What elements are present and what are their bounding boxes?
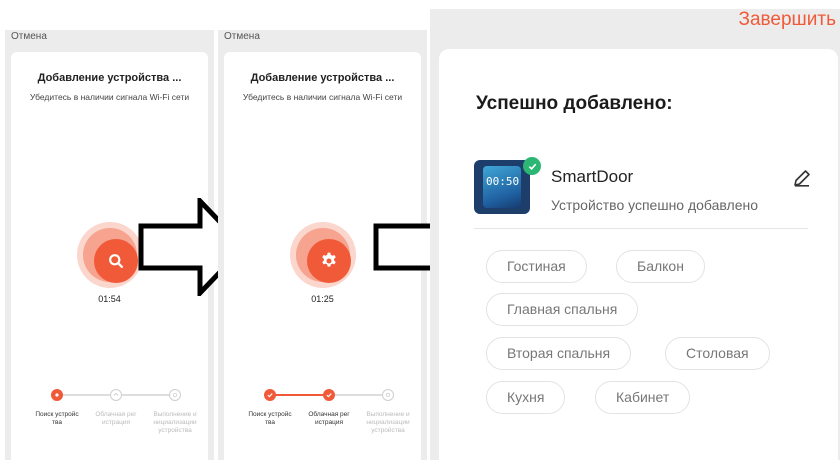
check-icon [523,157,541,175]
step-dot-search [264,389,276,401]
room-chip-study[interactable]: Кабинет [595,381,691,414]
device-thumbnail-clock: 00:50 [486,175,520,188]
step-dot-init [382,389,394,401]
step-label-init: Выполнение инициализации устройства [153,411,197,434]
room-chip-balcony[interactable]: Балкон [616,250,705,283]
device-name: SmartDoor [551,167,634,186]
step-label-cloud: Облачная регистрация [95,411,137,426]
card-title: Добавление устройства ... [37,72,182,84]
room-chip-kitchen[interactable]: Кухня [486,381,566,414]
gear-icon [307,239,351,283]
room-chip-master-bedroom[interactable]: Главная спальня [486,293,639,326]
device-status: Устройство успешно добавлено [551,197,759,213]
card-subtitle: Убедитесь в наличии сигнала Wi-Fi сети [242,92,403,102]
card-subtitle: Убедитесь в наличии сигнала Wi-Fi сети [29,92,190,102]
cancel-button[interactable]: Отмена [11,31,47,42]
step-label-search: Поиск устройства [248,411,292,426]
divider [474,228,808,229]
search-icon [94,239,138,283]
step-dot-init [169,389,181,401]
step-label-cloud: Облачная регистрация [308,411,350,426]
step-dot-search [51,389,63,401]
progress-indicator [290,222,356,288]
card-title: Добавление устройства ... [250,72,395,84]
step-dot-cloud [323,389,335,401]
step-dot-cloud [110,389,122,401]
edit-icon[interactable] [792,168,812,188]
success-title: Успешно добавлено: [476,93,673,114]
result-card: Успешно добавлено: 00:50 SmartDoor Устро… [439,49,838,460]
cancel-button[interactable]: Отмена [224,31,260,42]
device-thumbnail: 00:50 [474,160,530,214]
success-screen: Завершить Успешно добавлено: 00:50 Smart… [430,9,840,460]
step-label-search: Поиск устройства [35,411,79,426]
progress-indicator [77,222,143,288]
finish-button[interactable]: Завершить [738,9,836,31]
room-chip-living-room[interactable]: Гостиная [486,250,587,283]
room-chip-second-bedroom[interactable]: Вторая спальня [486,337,632,370]
step-indicator: Поиск устройства Облачная регистрация Вы… [224,389,421,459]
step-indicator: Поиск устройства Облачная регистрация Вы… [11,389,208,459]
room-chip-dining-room[interactable]: Столовая [665,337,770,370]
step-label-init: Выполнение инициализации устройства [366,411,410,434]
